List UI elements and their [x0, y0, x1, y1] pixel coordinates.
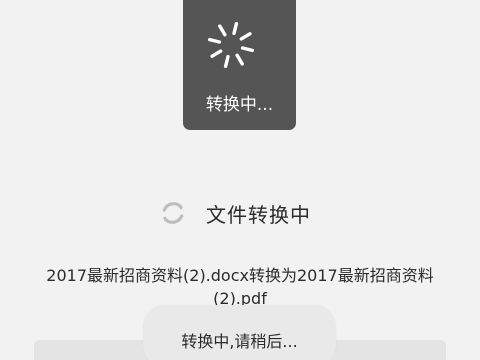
loading-label: 转换中... [205, 95, 274, 115]
toast-message: 转换中,请稍后... [181, 332, 298, 351]
spinner-spoke [223, 54, 230, 69]
spinner-icon [208, 22, 255, 69]
spinner-spoke [239, 32, 252, 41]
spinner-spoke [235, 53, 244, 66]
toast: 转换中,请稍后... [143, 305, 336, 360]
status-text: 文件转换中 [206, 202, 311, 227]
spinner-spoke [240, 46, 255, 53]
spinner-spoke [208, 37, 222, 44]
spinner-spoke [232, 22, 239, 36]
conversion-status: 文件转换中 [158, 198, 311, 228]
spinner-spoke [210, 49, 223, 58]
refresh-icon [162, 202, 184, 224]
spinner-spoke [218, 24, 227, 37]
conversion-description: 2017最新招商资料(2).docx转换为2017最新招商资料(2).pdf [46, 266, 434, 308]
conversion-screen: 转换中... 文件转换中 2017最新招商资料(2).docx转换为2017最新… [0, 0, 480, 360]
loading-dialog: 转换中... [183, 0, 296, 130]
